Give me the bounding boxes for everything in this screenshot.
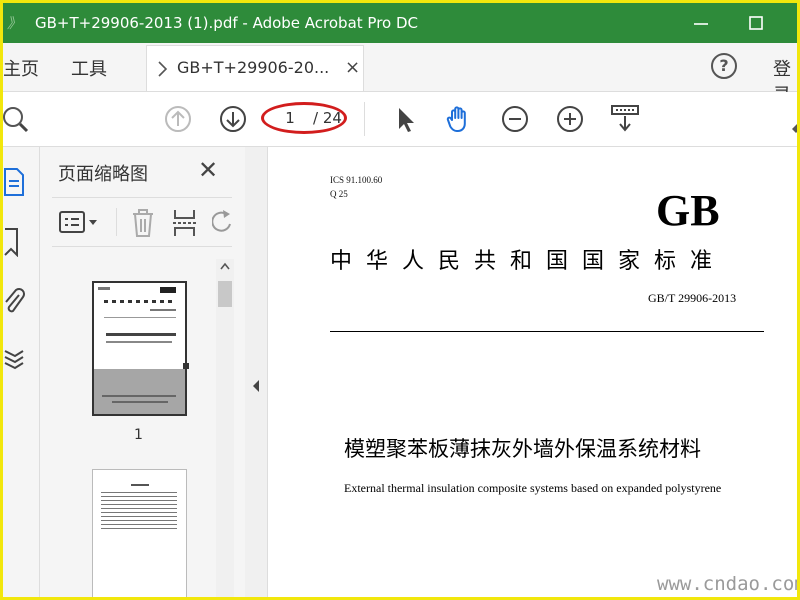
thumb-footer-text: [112, 401, 168, 403]
panel-divider: [116, 208, 117, 236]
site-watermark: www.cndao.com: [657, 573, 800, 595]
bookmark-icon[interactable]: [3, 227, 21, 257]
highlight-ellipse: [261, 102, 347, 134]
thumb-cn-title: [106, 333, 176, 336]
thumb-code: [150, 309, 176, 311]
hand-tool-icon[interactable]: [443, 103, 475, 135]
window-title: GB+T+29906-2013 (1).pdf - Adobe Acrobat …: [35, 14, 418, 32]
extract-pages-icon[interactable]: [172, 208, 198, 238]
thumbnail-scrollbar[interactable]: [216, 259, 234, 597]
menu-tools[interactable]: 工具: [71, 55, 107, 81]
menu-home[interactable]: 主页: [3, 55, 39, 81]
thumb-resize-handle[interactable]: [183, 363, 189, 369]
zoom-out-icon[interactable]: [499, 103, 531, 135]
thumb-gb-logo: [160, 287, 176, 293]
thumbnail-options-icon[interactable]: [58, 210, 102, 236]
doc-rule: [330, 331, 764, 332]
doc-ics: ICS 91.100.60: [330, 175, 383, 185]
thumb-ics: [98, 287, 110, 290]
doc-ics-block: ICS 91.100.60 Q 25: [330, 173, 382, 201]
menu-bar: 主页 工具 登录: [3, 43, 797, 106]
collapse-arrow-icon[interactable]: [251, 379, 261, 393]
scroll-up-icon[interactable]: [219, 261, 231, 271]
layers-icon[interactable]: [3, 343, 25, 373]
chevron-right-icon: [158, 61, 168, 77]
tab-document[interactable]: GB+T+29906-20... ×: [146, 45, 364, 91]
thumbnail-page-number: 1: [134, 427, 143, 443]
tab-document-label: GB+T+29906-20...: [177, 58, 330, 77]
search-icon[interactable]: [1, 103, 33, 135]
thumbnails-panel: 页面缩略图 ✕ 1: [40, 147, 246, 597]
doc-classification: Q 25: [330, 189, 348, 199]
rotate-icon[interactable]: [212, 208, 232, 238]
panel-collapse-bar[interactable]: [245, 147, 268, 597]
toolbar-divider: [364, 102, 365, 136]
title-bar: 》 GB+T+29906-2013 (1).pdf - Adobe Acroba…: [3, 3, 797, 43]
left-rail: [3, 147, 40, 597]
panel-close-icon[interactable]: ✕: [198, 156, 218, 184]
panel-title: 页面缩略图: [58, 164, 148, 185]
page-thumbnails-icon[interactable]: [3, 167, 25, 197]
doc-title-cn: 模塑聚苯板薄抹灰外墙外保温系统材料: [344, 437, 701, 461]
minimize-icon[interactable]: [689, 11, 713, 35]
doc-title-en: External thermal insulation composite sy…: [344, 481, 722, 495]
toolbar: [1, 92, 800, 147]
maximize-icon[interactable]: [744, 11, 768, 35]
doc-standard-name: 中华人民共和国国家标准: [330, 248, 727, 273]
zoom-in-icon[interactable]: [554, 103, 586, 135]
page-thumbnail-2[interactable]: [92, 469, 187, 597]
help-icon[interactable]: ?: [711, 53, 737, 79]
app-window: 》 GB+T+29906-2013 (1).pdf - Adobe Acroba…: [0, 0, 800, 600]
thumb-viewport-shade: [94, 369, 185, 414]
select-cursor-icon[interactable]: [389, 103, 421, 135]
fit-page-icon[interactable]: [609, 103, 641, 135]
trash-icon[interactable]: [130, 208, 156, 238]
tab-close-icon[interactable]: ×: [345, 57, 360, 78]
thumb-rule: [104, 317, 176, 318]
thumb-footer-line: [102, 395, 176, 397]
doc-standard-code: GB/T 29906-2013: [648, 291, 737, 305]
thumb2-contents-lines: [101, 492, 177, 532]
attachment-icon[interactable]: [3, 285, 25, 315]
previous-page-icon[interactable]: [162, 103, 194, 135]
next-page-icon[interactable]: [217, 103, 249, 135]
more-tools-icon[interactable]: [788, 103, 800, 135]
thumb-en-title: [106, 341, 172, 343]
page-thumbnail-1[interactable]: [92, 281, 189, 416]
document-page: ICS 91.100.60 Q 25 GB 中华人民共和国国家标准 GB/T 2…: [268, 147, 797, 597]
thumb2-heading: [131, 484, 149, 486]
doc-gb-logo: GB: [656, 186, 720, 235]
panel-toolbar: [52, 197, 232, 247]
scroll-thumb[interactable]: [218, 281, 232, 307]
overlay-logo: 》: [7, 16, 21, 32]
thumb-standard-name: [104, 300, 176, 303]
